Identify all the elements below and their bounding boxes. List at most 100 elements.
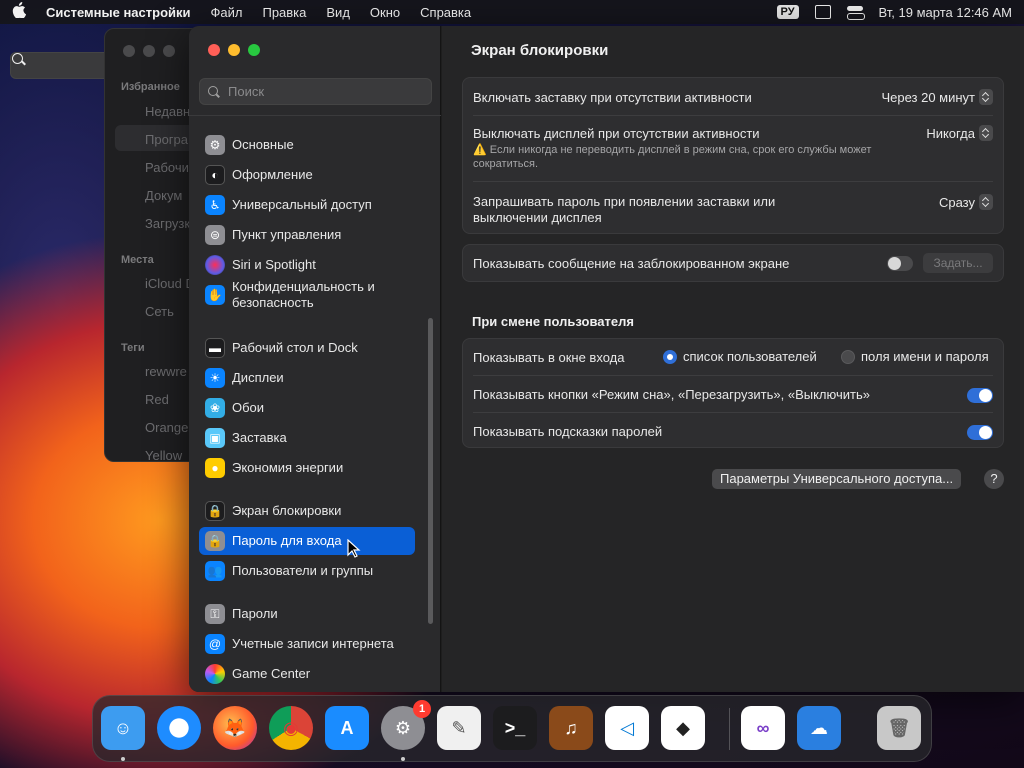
search-icon bbox=[208, 85, 220, 98]
sidebar-item-label: Обои bbox=[232, 400, 265, 415]
control-center-icon[interactable] bbox=[846, 5, 865, 20]
menu-help[interactable]: Справка bbox=[420, 5, 471, 20]
finder-item[interactable]: Red bbox=[145, 392, 169, 407]
firefox-icon[interactable]: 🦊 bbox=[213, 706, 257, 750]
sidebar-search[interactable] bbox=[199, 78, 432, 105]
sidebar-item[interactable]: ◐ Оформление bbox=[199, 161, 415, 189]
display-warning-note: ⚠️ Если никогда не переводить дисплей в … bbox=[473, 143, 893, 171]
finder-item[interactable]: Програ bbox=[145, 132, 188, 147]
mouse-cursor-icon bbox=[347, 539, 361, 558]
sidebar-item[interactable]: ⚙ Основные bbox=[199, 131, 415, 159]
accessibility-options-button[interactable]: Параметры Универсального доступа... bbox=[712, 469, 962, 489]
finder-item[interactable]: rewwre bbox=[145, 364, 187, 379]
help-button[interactable]: ? bbox=[984, 469, 1004, 489]
sidebar-item[interactable]: 🔒 Экран блокировки bbox=[199, 497, 415, 525]
sidebar-item-label: Основные bbox=[232, 137, 294, 152]
sidebar-item[interactable]: ● Экономия энергии bbox=[199, 454, 415, 482]
app-store-icon[interactable]: A bbox=[325, 706, 369, 750]
hand-icon: ✋ bbox=[205, 285, 225, 305]
window-traffic-lights bbox=[208, 44, 260, 56]
require-password-popup[interactable]: Сразу bbox=[939, 194, 993, 210]
system-settings-icon[interactable]: ⚙ 1 bbox=[381, 700, 431, 750]
lock-message-toggle[interactable] bbox=[887, 256, 913, 271]
sidebar-item-label: Пароли bbox=[232, 606, 278, 621]
finder-item[interactable]: iCloud D bbox=[145, 276, 195, 291]
close-button[interactable] bbox=[208, 44, 220, 56]
sidebar-item[interactable]: 👥 Пользователи и группы bbox=[199, 557, 415, 585]
radio-user-list[interactable]: список пользователей bbox=[663, 349, 817, 364]
trash-icon[interactable]: 🗑 bbox=[877, 706, 921, 750]
game-center-icon bbox=[205, 664, 225, 684]
sidebar-item[interactable]: ☀ Дисплеи bbox=[199, 364, 415, 392]
login-window-label: Показывать в окне входа bbox=[473, 350, 625, 365]
sidebar-item[interactable]: ✋ Конфиденциальность и безопасность bbox=[199, 275, 415, 315]
search-input[interactable] bbox=[228, 84, 418, 99]
menu-view[interactable]: Вид bbox=[326, 5, 350, 20]
window-switcher-icon[interactable] bbox=[814, 5, 831, 19]
safari-icon[interactable]: ✦ bbox=[157, 706, 201, 750]
screensaver-icon: ▣ bbox=[205, 428, 225, 448]
running-indicator bbox=[121, 757, 125, 761]
finder-item[interactable]: Загрузк bbox=[145, 216, 190, 231]
input-language-badge[interactable]: РУ bbox=[776, 5, 799, 19]
finder-item[interactable]: Yellow bbox=[145, 448, 182, 461]
power-buttons-toggle[interactable] bbox=[967, 388, 993, 403]
screensaver-popup[interactable]: Через 20 минут bbox=[881, 89, 993, 105]
textedit-icon[interactable]: ✎ bbox=[437, 706, 481, 750]
finder-section-favorites: Избранное bbox=[121, 81, 180, 93]
terminal-icon[interactable]: >_ bbox=[493, 706, 537, 750]
display-off-label: Выключать дисплей при отсутствии активно… bbox=[473, 126, 760, 141]
sidebar-item-label: Дисплеи bbox=[232, 370, 284, 385]
finder-item[interactable]: Orange bbox=[145, 420, 188, 435]
sidebar-item[interactable]: ❀ Обои bbox=[199, 394, 415, 422]
notification-badge: 1 bbox=[413, 700, 431, 718]
display-off-popup[interactable]: Никогда bbox=[926, 125, 993, 141]
finder-item[interactable]: Сеть bbox=[145, 304, 174, 319]
bulb-icon: ● bbox=[205, 458, 225, 478]
sidebar-item[interactable]: ⊜ Пункт управления bbox=[199, 221, 415, 249]
sidebar-item[interactable]: @ Учетные записи интернета bbox=[199, 630, 415, 658]
chevron-updown-icon bbox=[979, 125, 993, 141]
finder-icon[interactable]: ☺ bbox=[101, 706, 145, 750]
visual-studio-icon[interactable]: ∞ bbox=[741, 706, 785, 750]
menu-file[interactable]: Файл bbox=[211, 5, 243, 20]
row-divider bbox=[473, 181, 993, 182]
key-icon: ⚿ bbox=[205, 604, 225, 624]
apple-menu-icon[interactable] bbox=[12, 2, 28, 22]
chevron-updown-icon bbox=[979, 194, 993, 210]
divider bbox=[189, 115, 441, 116]
siri-icon bbox=[205, 255, 225, 275]
vscode-icon[interactable]: ◁ bbox=[605, 706, 649, 750]
password-hints-toggle[interactable] bbox=[967, 425, 993, 440]
set-message-button[interactable]: Задать... bbox=[923, 253, 993, 273]
radio-name-password[interactable]: поля имени и пароля bbox=[841, 349, 989, 364]
lock-message-group: Показывать сообщение на заблокированном … bbox=[462, 244, 1004, 282]
sidebar-scrollbar[interactable] bbox=[428, 318, 433, 624]
radio-user-list-label: список пользователей bbox=[683, 349, 817, 364]
finder-item[interactable]: Недавн bbox=[145, 104, 190, 119]
sidebar-item[interactable]: ⚿ Пароли bbox=[199, 600, 415, 628]
chrome-icon[interactable]: ◉ bbox=[269, 706, 313, 750]
roblox-icon[interactable]: ◆ bbox=[661, 706, 705, 750]
menu-app-name[interactable]: Системные настройки bbox=[46, 5, 191, 20]
power-buttons-label: Показывать кнопки «Режим сна», «Перезагр… bbox=[473, 387, 870, 402]
finder-item[interactable]: Докум bbox=[145, 188, 182, 203]
screensaver-value: Через 20 минут bbox=[881, 89, 975, 105]
guitar-icon[interactable]: ♫ bbox=[549, 706, 593, 750]
sidebar-item-label: Siri и Spotlight bbox=[232, 257, 316, 272]
menu-window[interactable]: Окно bbox=[370, 5, 400, 20]
sidebar-item[interactable]: ▬ Рабочий стол и Dock bbox=[199, 334, 415, 362]
minimize-button[interactable] bbox=[228, 44, 240, 56]
radio-unselected bbox=[841, 349, 855, 364]
zoom-button[interactable] bbox=[248, 44, 260, 56]
sidebar-item[interactable]: Game Center bbox=[199, 660, 415, 688]
sidebar-item[interactable]: ♿ Универсальный доступ bbox=[199, 191, 415, 219]
running-indicator bbox=[401, 757, 405, 761]
sidebar-item[interactable]: 🔒 Пароль для входа bbox=[199, 527, 415, 555]
menu-edit[interactable]: Правка bbox=[262, 5, 306, 20]
sidebar-item-label: Пароль для входа bbox=[232, 533, 342, 548]
lock-message-label: Показывать сообщение на заблокированном … bbox=[473, 256, 790, 271]
menubar-clock[interactable]: Вт, 19 марта 12:46 AM bbox=[879, 5, 1012, 20]
weather-icon[interactable]: ☁ bbox=[797, 706, 841, 750]
sidebar-item[interactable]: ▣ Заставка bbox=[199, 424, 415, 452]
